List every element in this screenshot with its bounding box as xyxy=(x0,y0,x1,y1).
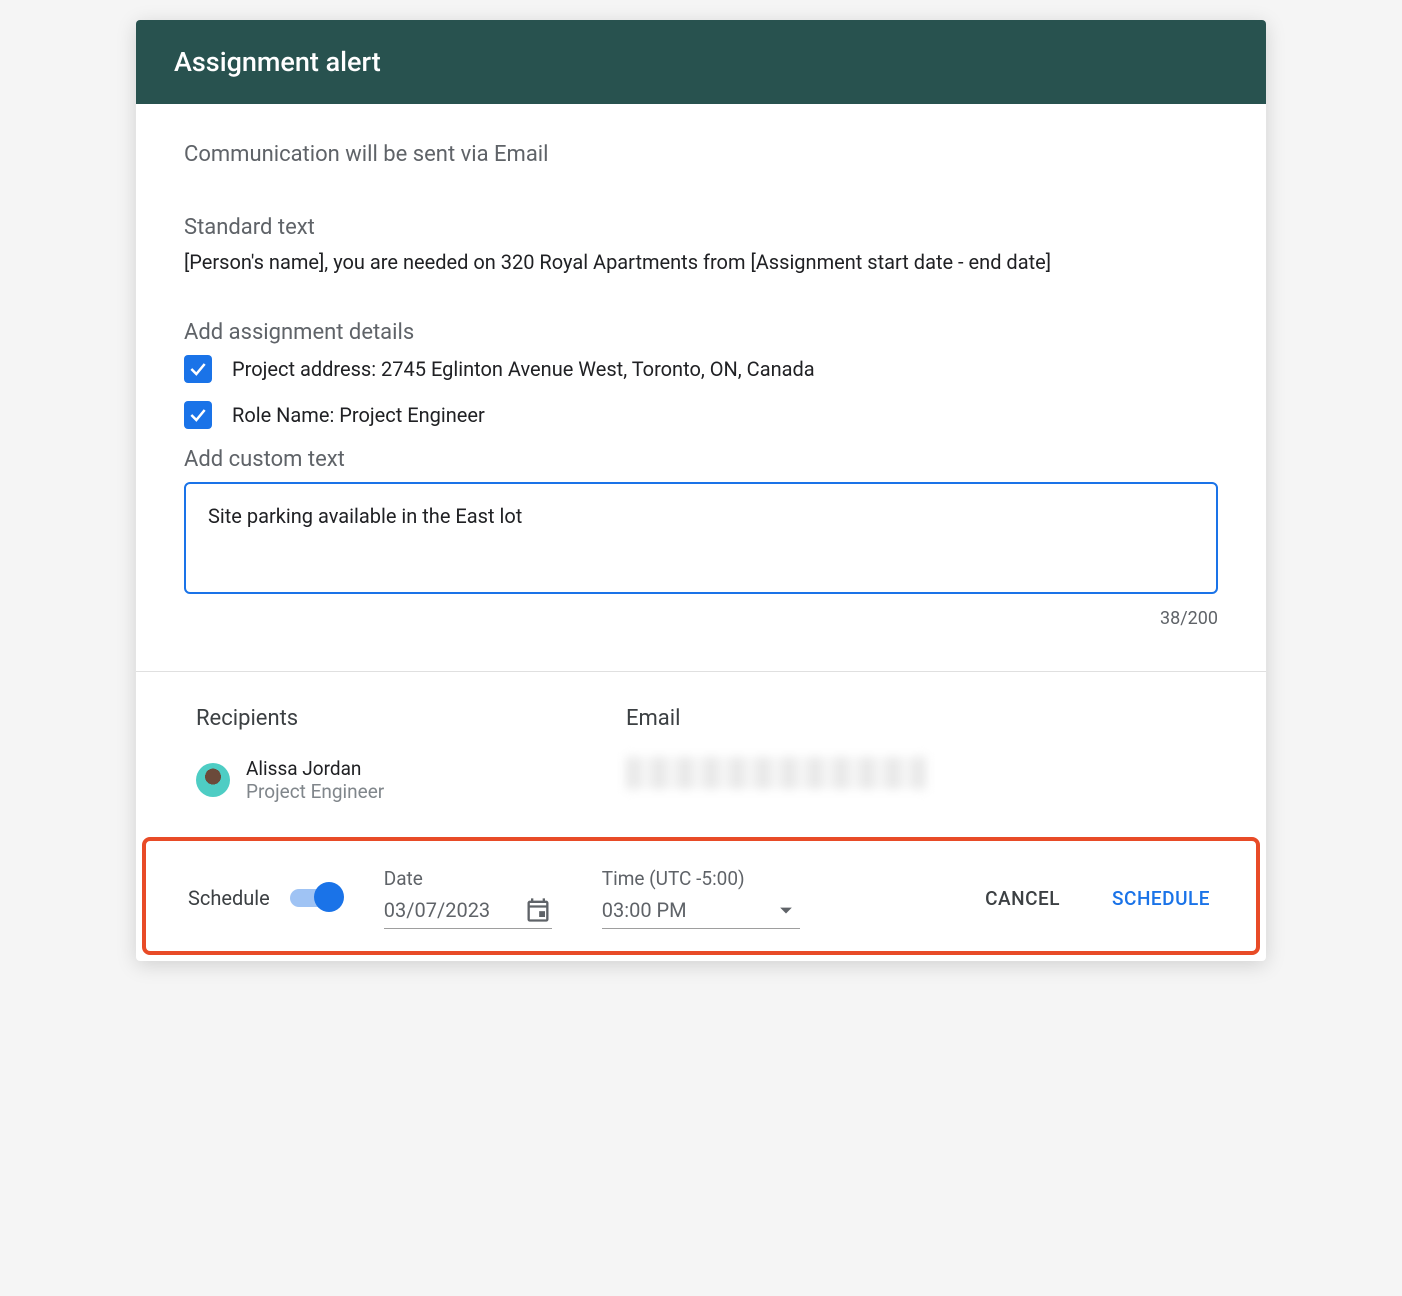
date-value: 03/07/2023 xyxy=(384,898,504,922)
assignment-alert-dialog: Assignment alert Communication will be s… xyxy=(136,20,1266,961)
check-icon xyxy=(188,359,208,379)
recipient-info: Alissa Jordan Project Engineer xyxy=(246,757,384,803)
recipients-column: Recipients Alissa Jordan Project Enginee… xyxy=(196,706,626,803)
recipient-role: Project Engineer xyxy=(246,780,384,803)
checkbox-role[interactable] xyxy=(184,401,212,429)
date-label: Date xyxy=(384,867,552,890)
time-label: Time (UTC -5:00) xyxy=(602,867,800,890)
standard-text-value: [Person's name], you are needed on 320 R… xyxy=(184,250,1218,274)
calendar-icon xyxy=(524,896,552,924)
email-redacted xyxy=(626,757,926,789)
schedule-button[interactable]: Schedule xyxy=(1096,877,1226,920)
avatar xyxy=(196,763,230,797)
custom-text-label: Add custom text xyxy=(184,447,1218,472)
recipient-row: Alissa Jordan Project Engineer xyxy=(196,757,626,803)
cancel-button[interactable]: Cancel xyxy=(969,877,1076,920)
schedule-label: Schedule xyxy=(188,886,270,910)
chevron-down-icon xyxy=(772,896,800,924)
details-label: Add assignment details xyxy=(184,320,1218,345)
char-count: 38/200 xyxy=(184,608,1218,629)
recipients-section: Recipients Alissa Jordan Project Enginee… xyxy=(184,672,1218,837)
detail-row-address: Project address: 2745 Eglinton Avenue We… xyxy=(184,355,1218,383)
dialog-header: Assignment alert xyxy=(136,20,1266,104)
intro-text: Communication will be sent via Email xyxy=(184,142,1218,167)
schedule-footer: Schedule Date 03/07/2023 Time (UTC -5:00… xyxy=(142,837,1260,955)
date-input[interactable]: 03/07/2023 xyxy=(384,896,552,929)
date-field: Date 03/07/2023 xyxy=(384,867,552,929)
email-column: Email xyxy=(626,706,1218,803)
dialog-title: Assignment alert xyxy=(174,46,381,78)
toggle-knob xyxy=(314,882,344,912)
recipients-header: Recipients xyxy=(196,706,626,731)
time-value: 03:00 PM xyxy=(602,898,752,922)
dialog-content: Communication will be sent via Email Sta… xyxy=(136,104,1266,837)
schedule-toggle[interactable] xyxy=(290,889,338,907)
detail-row-role: Role Name: Project Engineer xyxy=(184,401,1218,429)
email-header: Email xyxy=(626,706,1218,731)
check-icon xyxy=(188,405,208,425)
time-field: Time (UTC -5:00) 03:00 PM xyxy=(602,867,800,929)
custom-text-input[interactable] xyxy=(184,482,1218,594)
detail-label-address: Project address: 2745 Eglinton Avenue We… xyxy=(232,357,815,381)
time-input[interactable]: 03:00 PM xyxy=(602,896,800,929)
recipient-name: Alissa Jordan xyxy=(246,757,384,780)
detail-label-role: Role Name: Project Engineer xyxy=(232,403,485,427)
standard-text-label: Standard text xyxy=(184,215,1218,240)
checkbox-address[interactable] xyxy=(184,355,212,383)
